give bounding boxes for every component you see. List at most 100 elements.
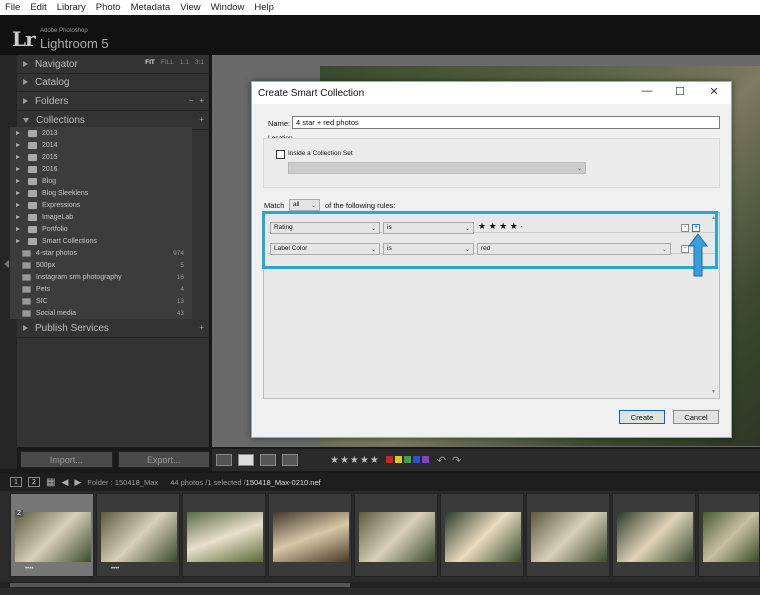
smart-collection-item[interactable]: Social media 43 [10,307,192,319]
menu-window[interactable]: Window [206,2,250,13]
add-publish-button[interactable]: + [199,323,204,332]
collection-set-item[interactable]: 2013 [10,127,192,139]
add-folder-button[interactable]: + [199,96,204,105]
close-icon[interactable]: ✕ [699,85,729,101]
collection-set-icon [28,129,37,137]
folders-header[interactable]: Folders − + [17,92,210,111]
filmstrip-filename: 150418_Max-0210.nef [245,477,321,487]
menu-metadata[interactable]: Metadata [126,2,176,13]
menu-file[interactable]: File [0,2,25,13]
lr-logo: Lr [12,27,36,51]
film-thumbnail[interactable]: 2 •••• [10,493,94,577]
collection-set-icon [28,189,37,197]
scroll-down-icon[interactable]: ▼ [711,389,717,395]
film-thumbnail[interactable] [440,493,524,577]
navigator-header[interactable]: Navigator FIT FILL 1:1 3:1 [17,55,210,74]
collection-set-item[interactable]: Expressions [10,199,192,211]
film-thumbnail[interactable] [698,493,760,577]
collection-set-item[interactable]: Portfolio [10,223,192,235]
photo-count: 16 [176,273,184,281]
minimize-icon[interactable]: — [632,85,662,101]
menu-view[interactable]: View [175,2,205,13]
cancel-button[interactable]: Cancel [673,410,719,424]
publish-services-header[interactable]: Publish Services + [17,319,210,338]
screen-2-button[interactable]: 2 [28,477,40,487]
yellow-label-icon[interactable] [394,456,402,463]
back-arrow-icon[interactable]: ◀ [61,477,68,488]
menu-photo[interactable]: Photo [91,2,126,13]
film-thumbnail[interactable] [182,493,266,577]
collapse-icon [23,117,29,123]
remove-folder-button[interactable]: − [189,96,194,105]
collection-set-item[interactable]: 2016 [10,163,192,175]
film-thumbnail[interactable] [354,493,438,577]
menu-edit[interactable]: Edit [25,2,51,13]
zoom-fill[interactable]: FILL [161,59,174,66]
match-label: Match [264,201,285,210]
thumbnail-image [101,512,177,562]
filmstrip-source[interactable]: Folder : 150418_Max [87,478,158,487]
smart-collection-item[interactable]: SIC 13 [10,295,192,307]
smart-collection-icon [22,261,31,269]
screen-1-button[interactable]: 1 [10,477,22,487]
import-button[interactable]: Import... [20,451,113,468]
smart-collection-icon [22,285,31,293]
scrollbar-thumb[interactable] [10,583,350,587]
menu-library[interactable]: Library [52,2,91,13]
collection-set-item[interactable]: 2015 [10,151,192,163]
smart-collection-item[interactable]: Pets 4 [10,283,192,295]
thumbnail-image [187,512,263,562]
collection-set-item[interactable]: Blog [10,175,192,187]
smart-collection-item[interactable]: 500px 5 [10,259,192,271]
grid-icon[interactable]: ▦ [46,477,55,488]
survey-view-icon[interactable] [282,454,298,466]
rotate-left-icon[interactable]: ↶ [437,454,446,467]
expand-icon [16,215,20,219]
thumbnail-image [703,512,759,562]
catalog-header[interactable]: Catalog [17,73,210,92]
collection-set-icon [28,141,37,149]
chevron-down-icon: ⌄ [310,203,316,209]
expand-icon [23,325,28,331]
menu-help[interactable]: Help [249,2,279,13]
collection-set-item[interactable]: ImageLab [10,211,192,223]
zoom-fit[interactable]: FIT [145,59,155,66]
rotate-right-icon[interactable]: ↷ [452,454,461,467]
loupe-view-icon[interactable] [238,454,254,466]
rating-stars[interactable]: ★★★★★ [330,455,380,466]
blue-label-icon[interactable] [412,456,420,463]
smart-collection-icon [22,249,31,257]
filmstrip-info: 44 photos /1 selected / [170,477,246,487]
compare-view-icon[interactable] [260,454,276,466]
grid-view-icon[interactable] [216,454,232,466]
film-thumbnail[interactable]: •••• [96,493,180,577]
thumbnail-image [273,512,349,562]
add-collection-button[interactable]: + [199,115,204,124]
red-label-icon[interactable] [385,456,393,463]
smart-collection-item[interactable]: Instagram srm photography 16 [10,271,192,283]
maximize-icon[interactable]: ☐ [665,85,695,101]
green-label-icon[interactable] [403,456,411,463]
purple-label-icon[interactable] [421,456,429,463]
name-input[interactable]: 4 star + red photos [292,116,720,129]
film-thumbnail[interactable] [612,493,696,577]
create-button[interactable]: Create [619,410,665,424]
zoom-3-1[interactable]: 3:1 [195,59,204,66]
export-button[interactable]: Export... [117,451,210,468]
inside-set-checkbox[interactable] [276,150,285,159]
film-thumbnail[interactable] [526,493,610,577]
collection-set-item[interactable]: Blog Sleeklens [10,187,192,199]
film-thumbnail[interactable] [268,493,352,577]
smart-collection-item[interactable]: 4-star photos 974 [10,247,192,259]
forward-arrow-icon[interactable]: ▶ [74,477,81,488]
match-select[interactable]: all ⌄ [289,199,320,211]
name-label: Name: [268,119,291,128]
expand-icon [23,79,28,85]
filmstrip-scrollbar[interactable] [0,582,760,588]
collection-set-item[interactable]: 2014 [10,139,192,151]
photo-count: 43 [176,309,184,317]
chevron-down-icon: ⌄ [576,166,582,172]
collection-set-icon [28,177,37,185]
collection-set-item[interactable]: Smart Collections [10,235,192,247]
zoom-1-1[interactable]: 1:1 [180,59,189,66]
